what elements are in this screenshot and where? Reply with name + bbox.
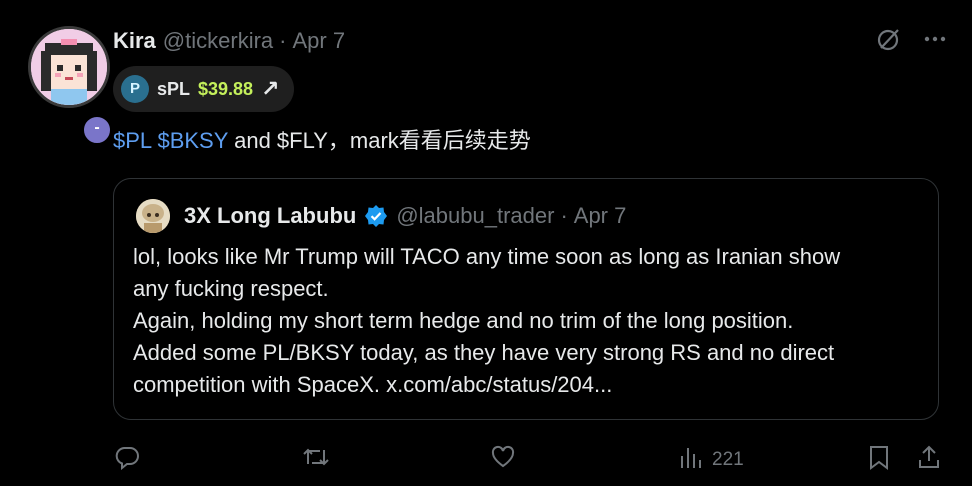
avatar — [28, 26, 110, 108]
header-separator: · — [279, 28, 287, 53]
quoted-author-name[interactable]: 3X Long Labubu — [184, 203, 356, 229]
tweet-text-body: and $FLY，mark看看后续走势 — [228, 128, 531, 153]
author-name[interactable]: Kira — [113, 28, 156, 54]
avatar-status-badge: - — [81, 114, 113, 146]
quoted-tweet-text: lol, looks like Mr Trump will TACO any t… — [133, 244, 841, 397]
author-handle[interactable]: @tickerkira — [163, 28, 273, 54]
tweet-header: Kira @tickerkira · Apr 7 — [113, 26, 345, 56]
quoted-author-handle[interactable]: @labubu_trader — [396, 203, 554, 229]
like-button[interactable] — [490, 444, 516, 476]
bookmark-icon — [866, 444, 892, 476]
quoted-tweet-header: 3X Long Labubu @labubu_trader · Apr 7 — [136, 199, 626, 233]
ticker-symbol: sPL — [157, 78, 191, 99]
ticker-logo-icon — [121, 75, 149, 103]
tweet-date[interactable]: Apr 7 — [292, 28, 345, 54]
share-button[interactable] — [916, 444, 942, 476]
cashtag-bksy[interactable]: $BKSY — [157, 128, 228, 153]
pixel-avatar-art — [31, 29, 107, 105]
more-icon[interactable] — [922, 26, 948, 57]
tweet-action-bar: 221 — [0, 440, 972, 480]
reply-button[interactable] — [114, 444, 140, 476]
grok-icon[interactable] — [876, 26, 902, 57]
quoted-tweet-date[interactable]: Apr 7 — [574, 203, 627, 229]
tweet-text: $PL $BKSY and $FLY，mark看看后续走势 — [113, 126, 531, 156]
ticker-price: $39.88 — [198, 78, 254, 99]
quoted-author-avatar[interactable] — [136, 199, 170, 233]
arrow-up-right-icon: ↗ — [261, 76, 280, 101]
bookmark-button[interactable] — [866, 444, 892, 476]
quoted-header-separator: · — [560, 203, 568, 228]
quoted-tweet[interactable]: 3X Long Labubu @labubu_trader · Apr 7 lo… — [113, 178, 939, 420]
cashtag-pl[interactable]: $PL — [113, 128, 151, 153]
views-button[interactable]: 221 — [678, 444, 744, 476]
like-icon — [490, 444, 516, 476]
ticker-pill[interactable]: sPL $39.88 ↗ — [113, 66, 294, 112]
author-avatar[interactable]: - — [28, 26, 113, 146]
verified-badge-icon — [364, 204, 388, 228]
retweet-button[interactable] — [302, 444, 330, 476]
tweet-top-actions — [876, 26, 948, 57]
retweet-icon — [302, 444, 330, 476]
views-count: 221 — [712, 449, 744, 470]
reply-icon — [114, 444, 140, 476]
share-icon — [916, 444, 942, 476]
views-icon — [678, 444, 704, 476]
